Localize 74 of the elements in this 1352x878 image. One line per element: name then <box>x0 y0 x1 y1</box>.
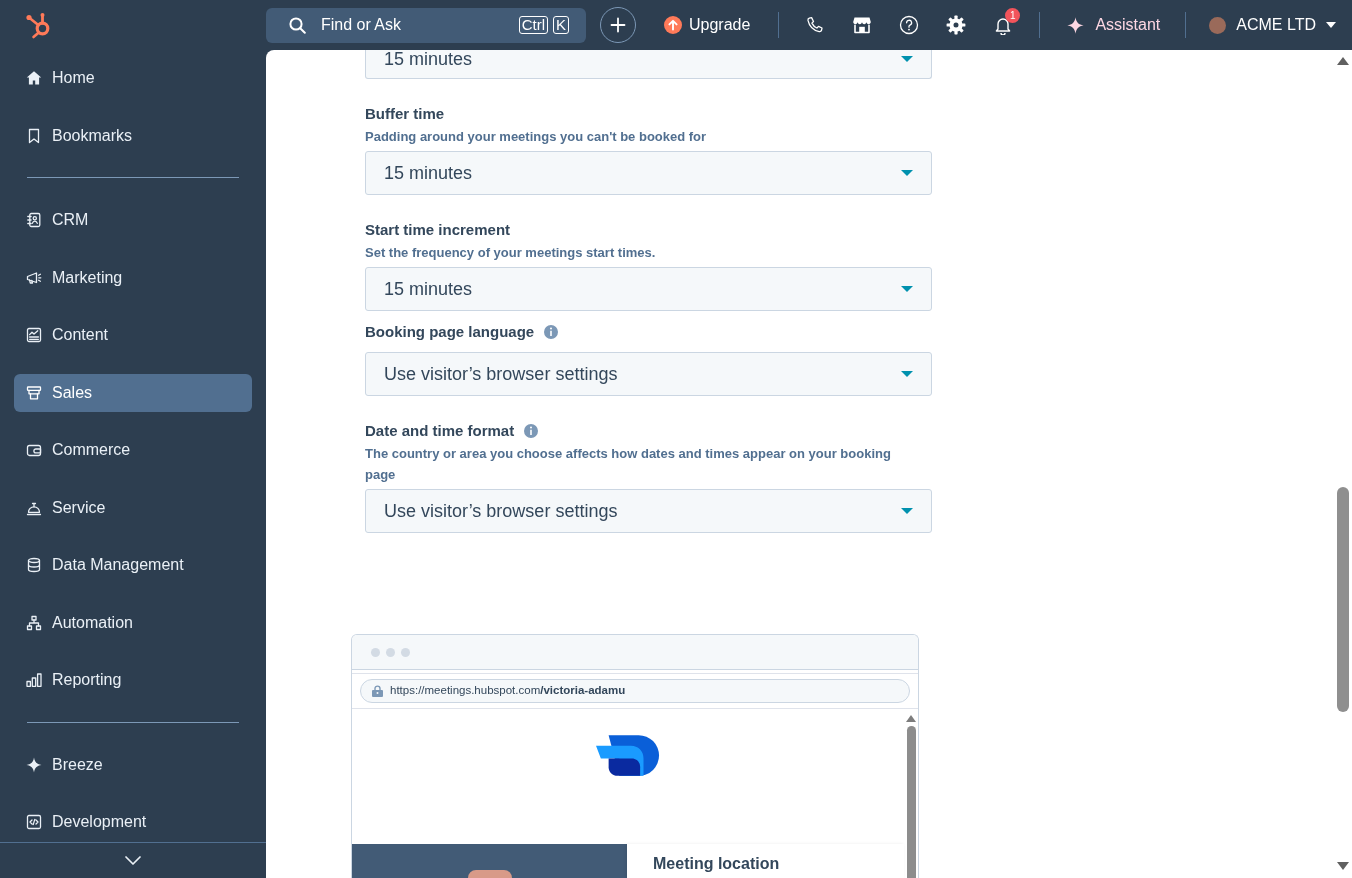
sidebar-item[interactable]: Service <box>14 488 252 527</box>
database-icon <box>26 557 42 573</box>
sidebar-item[interactable]: Data Management <box>14 546 252 584</box>
plus-icon <box>610 17 626 33</box>
funnel-icon <box>26 384 42 401</box>
caret-down-icon <box>1326 22 1336 28</box>
sidebar-item[interactable]: Breeze <box>14 745 252 784</box>
info-icon[interactable] <box>544 325 559 339</box>
field-label: Date and time format <box>365 421 515 441</box>
dropdown-field[interactable]: Use visitor’s browser settings <box>365 489 932 533</box>
sidebar-item[interactable]: Reporting <box>14 661 252 699</box>
sidebar-item[interactable]: Automation <box>14 603 252 642</box>
window-control-dot <box>386 647 395 657</box>
sidebar-item[interactable]: Commerce <box>14 431 252 469</box>
photo-placeholder <box>467 870 512 878</box>
scrollbar-thumb[interactable] <box>906 726 916 878</box>
code-icon <box>26 814 42 830</box>
dropdown-field[interactable]: 15 minutes <box>365 267 932 311</box>
wallet-icon <box>26 442 42 458</box>
bar-chart-icon <box>26 672 42 688</box>
scroll-up-icon[interactable] <box>1336 57 1349 65</box>
caret-down-icon <box>901 508 913 514</box>
field-label: Buffer time <box>365 104 445 124</box>
dropdown-field[interactable]: 15 minutes <box>365 50 932 79</box>
caret-down-icon <box>901 170 913 176</box>
home-icon <box>26 70 42 86</box>
scroll-up-icon[interactable] <box>906 715 916 722</box>
scroll-down-icon[interactable] <box>1336 862 1349 870</box>
url-text: https://meetings.hubspot.com/victoria-adamu <box>390 682 626 698</box>
sidebar-item[interactable]: Marketing <box>14 258 252 297</box>
caret-down-icon <box>901 56 913 62</box>
sidebar-item[interactable]: Content <box>14 316 252 354</box>
window-control-dot <box>371 647 380 657</box>
field-label: Booking page language <box>365 322 535 342</box>
field-help-text: Padding around your meetings you can't be booked for <box>365 128 708 146</box>
info-icon[interactable] <box>524 424 539 438</box>
megaphone-icon <box>26 269 42 286</box>
contact-book-icon <box>26 212 42 228</box>
chevron-down-icon <box>125 856 141 865</box>
sidebar-item[interactable]: Home <box>14 59 252 97</box>
account-menu[interactable]: ACME LTD <box>1203 8 1342 42</box>
keyboard-key: K <box>553 15 569 34</box>
sprocket-logo-icon[interactable] <box>24 10 52 40</box>
field-help-text: The country or area you choose affects how dates and times appear on your booking page <box>365 445 892 484</box>
caret-down-icon <box>901 371 913 377</box>
dropdown-field[interactable]: 15 minutes <box>365 151 932 195</box>
sidebar-item[interactable]: Development <box>14 803 252 841</box>
bookmark-icon <box>26 127 42 144</box>
field-label: Start time increment <box>365 220 511 240</box>
lock-icon <box>372 684 383 697</box>
search-icon <box>289 16 306 34</box>
dropdown-field[interactable]: Use visitor’s browser settings <box>365 352 932 396</box>
assistant-button[interactable]: Assistant <box>1059 8 1169 42</box>
sparkle-icon <box>1067 16 1085 34</box>
window-control-dot <box>401 647 410 657</box>
sidebar-item[interactable]: CRM <box>14 201 252 239</box>
sidebar-item[interactable]: Sales <box>14 373 252 412</box>
chart-frame-icon <box>26 327 42 343</box>
notification-badge: 1 <box>1005 8 1021 23</box>
phone-icon[interactable] <box>805 15 826 35</box>
help-icon[interactable] <box>899 15 920 35</box>
avatar-placeholder <box>1209 16 1227 34</box>
field-help-text: Set the frequency of your meetings start times. <box>365 244 657 262</box>
company-logo <box>596 735 660 776</box>
sidebar-item[interactable]: Bookmarks <box>14 116 252 155</box>
card-heading: Meeting location <box>653 855 781 873</box>
sparkle-icon <box>26 756 42 773</box>
settings-icon[interactable] <box>946 15 967 35</box>
scrollbar-thumb[interactable] <box>1336 487 1349 712</box>
keyboard-key: Ctrl <box>518 15 548 34</box>
hierarchy-icon <box>26 614 42 631</box>
caret-down-icon <box>901 286 913 292</box>
storefront-icon[interactable] <box>852 15 873 35</box>
upgrade-button[interactable]: Upgrade <box>662 8 753 42</box>
